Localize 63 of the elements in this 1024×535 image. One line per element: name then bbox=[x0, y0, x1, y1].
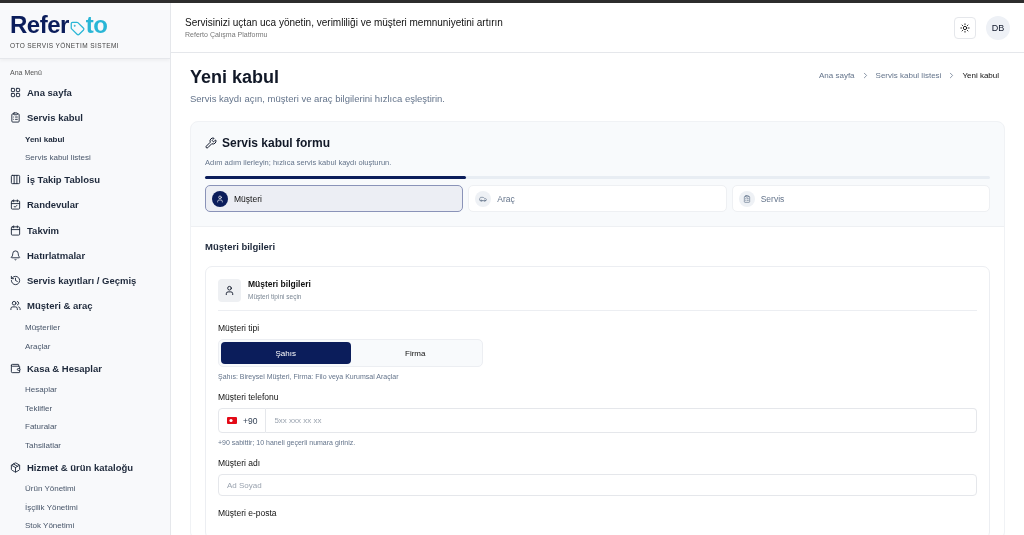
sidebar-subitem[interactable]: Araçlar bbox=[0, 336, 170, 356]
package-icon bbox=[10, 461, 21, 473]
sidebar-item[interactable]: Servis kayıtları / Geçmiş bbox=[0, 268, 170, 294]
page-title: Yeni kabul bbox=[190, 66, 281, 89]
field-label: Müşteri adı bbox=[218, 458, 262, 468]
sidebar-subitem[interactable]: Tahsilatlar bbox=[0, 436, 170, 455]
sidebar-subitem[interactable]: Stok Yönetimi bbox=[0, 516, 170, 535]
breadcrumb-link[interactable]: Ana sayfa bbox=[819, 71, 855, 80]
users-icon bbox=[10, 300, 21, 312]
calendar-check-icon bbox=[10, 199, 21, 211]
section-title: Müşteri bilgileri bbox=[205, 241, 277, 252]
sidebar-subitem[interactable]: Hesaplar bbox=[0, 380, 170, 400]
step-tab[interactable]: Servis bbox=[731, 185, 990, 212]
clipboard-icon bbox=[10, 112, 21, 123]
segment-option[interactable]: Firma bbox=[350, 342, 480, 364]
sidebar-subitem[interactable]: Faturalar bbox=[0, 417, 170, 437]
breadcrumb-link[interactable]: Yeni kabul bbox=[962, 71, 999, 80]
flag-icon bbox=[227, 417, 237, 424]
sidebar-item[interactable]: Ana sayfa bbox=[0, 79, 170, 105]
sidebar-subitem[interactable]: Servis kabul listesi bbox=[0, 148, 170, 167]
step-tab[interactable]: Araç bbox=[468, 185, 727, 212]
sidebar-item[interactable]: Kasa & Hesaplar bbox=[0, 355, 170, 381]
field-label: Müşteri telefonu bbox=[218, 392, 280, 402]
sidebar-item[interactable]: Hatırlatmalar bbox=[0, 242, 170, 268]
clipboard-icon bbox=[742, 194, 751, 203]
card-title: Servis kabul formu bbox=[222, 136, 331, 150]
wrench-icon bbox=[205, 137, 217, 149]
grid-icon bbox=[10, 86, 21, 98]
sidebar-subitem[interactable]: Yeni kabul bbox=[0, 130, 170, 149]
sidebar-subitem[interactable]: Müşteriler bbox=[0, 318, 170, 337]
phone-field[interactable]: 5xx xxx xx xx bbox=[266, 408, 977, 433]
sidebar-subitem[interactable]: İşçilik Yönetimi bbox=[0, 498, 170, 517]
logo-text: to bbox=[85, 11, 108, 39]
header-title: Servisinizi uçtan uca yönetin, verimliliği ve müşteri memnuniyetini artırın bbox=[185, 17, 503, 28]
tag-icon bbox=[69, 20, 85, 36]
user-icon bbox=[224, 285, 235, 296]
calendar-icon bbox=[10, 224, 21, 236]
sidebar-item[interactable]: Servis kabul bbox=[0, 104, 170, 131]
field-label: Müşteri e-posta bbox=[218, 508, 278, 518]
sidebar-subitem[interactable]: Ürün Yönetimi bbox=[0, 479, 170, 499]
field-label: Müşteri tipi bbox=[218, 323, 261, 333]
sun-icon bbox=[960, 22, 970, 33]
name-field[interactable]: Ad Soyad bbox=[218, 474, 977, 496]
wallet-icon bbox=[10, 362, 21, 374]
user-icon bbox=[216, 194, 224, 203]
sidebar-item[interactable]: Randevular bbox=[0, 192, 170, 218]
bell-icon bbox=[10, 249, 21, 261]
columns-icon bbox=[10, 174, 21, 186]
theme-toggle-button[interactable] bbox=[954, 16, 976, 39]
sidebar-item[interactable]: Takvim bbox=[0, 217, 170, 243]
sidebar-item[interactable]: İş Takip Tablosu bbox=[0, 167, 170, 193]
breadcrumb-link[interactable]: Servis kabul listesi bbox=[875, 71, 942, 80]
segment-option[interactable]: Şahıs bbox=[221, 342, 351, 364]
sidebar-item[interactable]: Müşteri & araç bbox=[0, 293, 170, 319]
panel-title: Müşteri bilgileri bbox=[248, 279, 311, 289]
sidebar-item[interactable]: Hizmet & ürün kataloğu bbox=[0, 454, 170, 480]
sidebar-subitem[interactable]: Teklifler bbox=[0, 399, 170, 418]
step-tab[interactable]: Müşteri bbox=[205, 185, 464, 212]
page-subtitle: Servis kaydı açın, müşteri ve araç bilgilerini hızlıca eşleştirin. bbox=[190, 93, 445, 104]
car-icon bbox=[479, 194, 488, 203]
user-avatar[interactable]: DB bbox=[986, 15, 1010, 40]
logo-text: Refer bbox=[10, 11, 69, 39]
history-icon bbox=[10, 275, 21, 287]
